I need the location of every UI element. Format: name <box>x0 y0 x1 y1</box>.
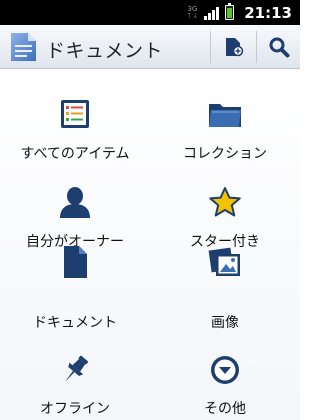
menu-item-starred[interactable]: スター付き <box>150 158 300 250</box>
battery-icon <box>225 3 235 20</box>
menu-item-label: ドキュメント <box>33 315 117 331</box>
menu-item-label: 画像 <box>211 315 239 331</box>
menu-item-all-items[interactable]: すべてのアイテム <box>0 70 150 162</box>
menu-item-offline[interactable]: オフライン <box>0 332 150 420</box>
star-icon <box>209 187 241 217</box>
pin-icon <box>64 355 89 383</box>
search-button[interactable] <box>257 25 300 69</box>
menu-item-collections[interactable]: コレクション <box>150 70 300 162</box>
network-indicator: 3G ↑↓ <box>186 5 199 20</box>
person-icon <box>60 187 90 218</box>
menu-item-images[interactable]: 画像 <box>150 238 300 331</box>
docs-app-logo-icon[interactable] <box>8 31 40 63</box>
menu-grid: すべてのアイテム コレクション 自分がオーナー スター付き ドキュメント 画像 … <box>0 70 300 420</box>
signal-strength-icon <box>204 6 220 20</box>
action-bar: ドキュメント <box>0 25 300 69</box>
new-document-button[interactable] <box>211 25 256 69</box>
menu-item-label: その他 <box>204 401 246 417</box>
all-items-list-icon <box>61 100 89 128</box>
clock: 21:13 <box>244 3 292 22</box>
app-title: ドキュメント <box>46 40 164 62</box>
menu-item-label: オフライン <box>40 401 110 417</box>
more-icon <box>211 356 239 384</box>
new-document-icon <box>225 38 243 57</box>
menu-item-more[interactable]: その他 <box>150 332 300 420</box>
search-icon <box>269 37 289 58</box>
menu-item-owned-by-me[interactable]: 自分がオーナー <box>0 158 150 250</box>
data-activity-icon: ↑↓ <box>186 11 199 20</box>
menu-item-documents[interactable]: ドキュメント <box>0 238 150 331</box>
status-bar: 3G ↑↓ 21:13 <box>0 0 300 25</box>
folder-icon <box>209 104 241 127</box>
images-icon <box>208 247 240 276</box>
document-icon <box>64 246 87 278</box>
